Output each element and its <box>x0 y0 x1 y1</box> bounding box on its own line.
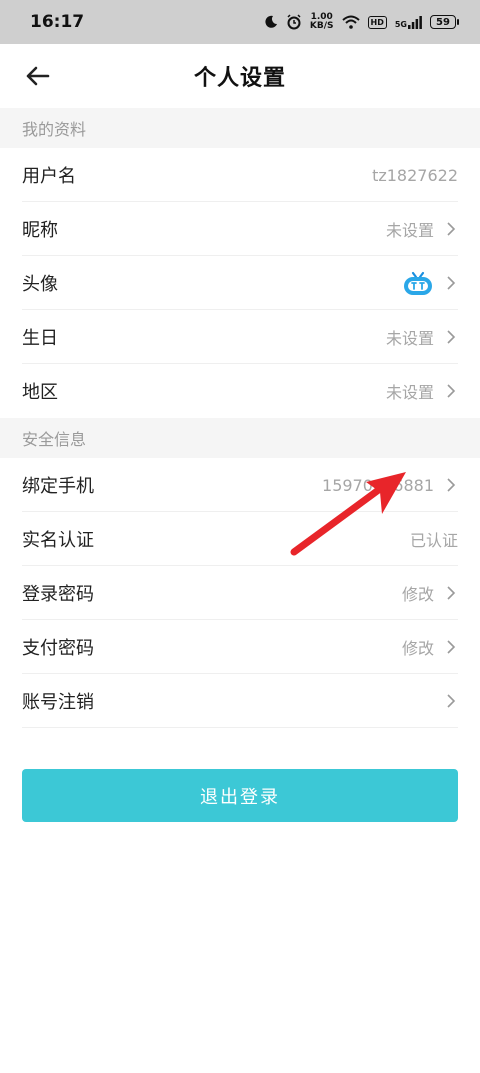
chevron-right-icon <box>447 694 456 708</box>
wifi-icon <box>341 15 360 29</box>
chevron-right-icon <box>447 384 456 398</box>
moon-icon <box>265 15 277 28</box>
row-value-birthday: 未设置 <box>385 329 434 348</box>
row-label-real-name: 实名认证 <box>22 530 94 551</box>
chevron-right-icon <box>447 276 456 290</box>
row-value-bind-phone: 15970036881 <box>322 475 434 495</box>
battery-level: 59 <box>436 16 450 28</box>
row-delete-account[interactable]: 账号注销 <box>0 674 480 728</box>
status-icons: 1.00 KB/S HD 5G 59 <box>264 13 459 31</box>
row-label-delete-account: 账号注销 <box>22 692 94 713</box>
row-label-bind-phone: 绑定手机 <box>22 476 94 497</box>
row-login-password[interactable]: 登录密码 修改 <box>0 566 480 620</box>
chevron-right-icon <box>447 222 456 236</box>
row-real-name: 实名认证 已认证 <box>0 512 480 566</box>
row-value-username: tz1827622 <box>372 165 458 185</box>
row-pay-password[interactable]: 支付密码 修改 <box>0 620 480 674</box>
chevron-right-icon <box>447 586 456 600</box>
row-label-region: 地区 <box>22 382 58 403</box>
row-label-username: 用户名 <box>22 166 76 187</box>
row-label-avatar: 头像 <box>22 274 58 295</box>
row-username: 用户名 tz1827622 <box>0 148 480 202</box>
chevron-right-icon <box>447 330 456 344</box>
row-avatar[interactable]: 头像 <box>0 256 480 310</box>
network-speed: 1.00 KB/S <box>310 13 334 31</box>
alarm-icon <box>287 14 301 30</box>
nav-bar: 个人设置 <box>0 44 480 108</box>
network-type: 5G <box>394 19 407 29</box>
chevron-right-icon <box>447 478 456 492</box>
page-title: 个人设置 <box>193 66 286 91</box>
row-value-pay-password: 修改 <box>401 639 434 658</box>
row-value-real-name: 已认证 <box>409 531 458 550</box>
row-value-nickname: 未设置 <box>385 221 434 240</box>
row-label-nickname: 昵称 <box>22 220 58 241</box>
signal-icon: 5G <box>394 15 422 29</box>
chevron-right-icon <box>447 640 456 654</box>
section-header-security: 安全信息 <box>0 418 480 458</box>
row-region[interactable]: 地区 未设置 <box>0 364 480 418</box>
back-arrow-icon[interactable] <box>22 60 54 92</box>
row-bind-phone[interactable]: 绑定手机 15970036881 <box>0 458 480 512</box>
avatar <box>404 271 432 295</box>
row-value-region: 未设置 <box>385 383 434 402</box>
status-time: 16:17 <box>30 12 85 32</box>
row-label-login-password: 登录密码 <box>22 584 94 605</box>
row-birthday[interactable]: 生日 未设置 <box>0 310 480 364</box>
row-value-login-password: 修改 <box>401 585 434 604</box>
section-header-profile: 我的资料 <box>0 108 480 148</box>
hd-badge: HD <box>367 15 387 29</box>
row-nickname[interactable]: 昵称 未设置 <box>0 202 480 256</box>
logout-button[interactable]: 退出登录 <box>22 769 458 822</box>
network-speed-unit: KB/S <box>309 21 334 31</box>
row-label-birthday: 生日 <box>22 328 58 349</box>
row-label-pay-password: 支付密码 <box>22 638 94 659</box>
status-bar: 16:17 1.00 KB/S HD 5G 59 <box>0 0 480 44</box>
battery-icon: 59 <box>430 15 459 29</box>
